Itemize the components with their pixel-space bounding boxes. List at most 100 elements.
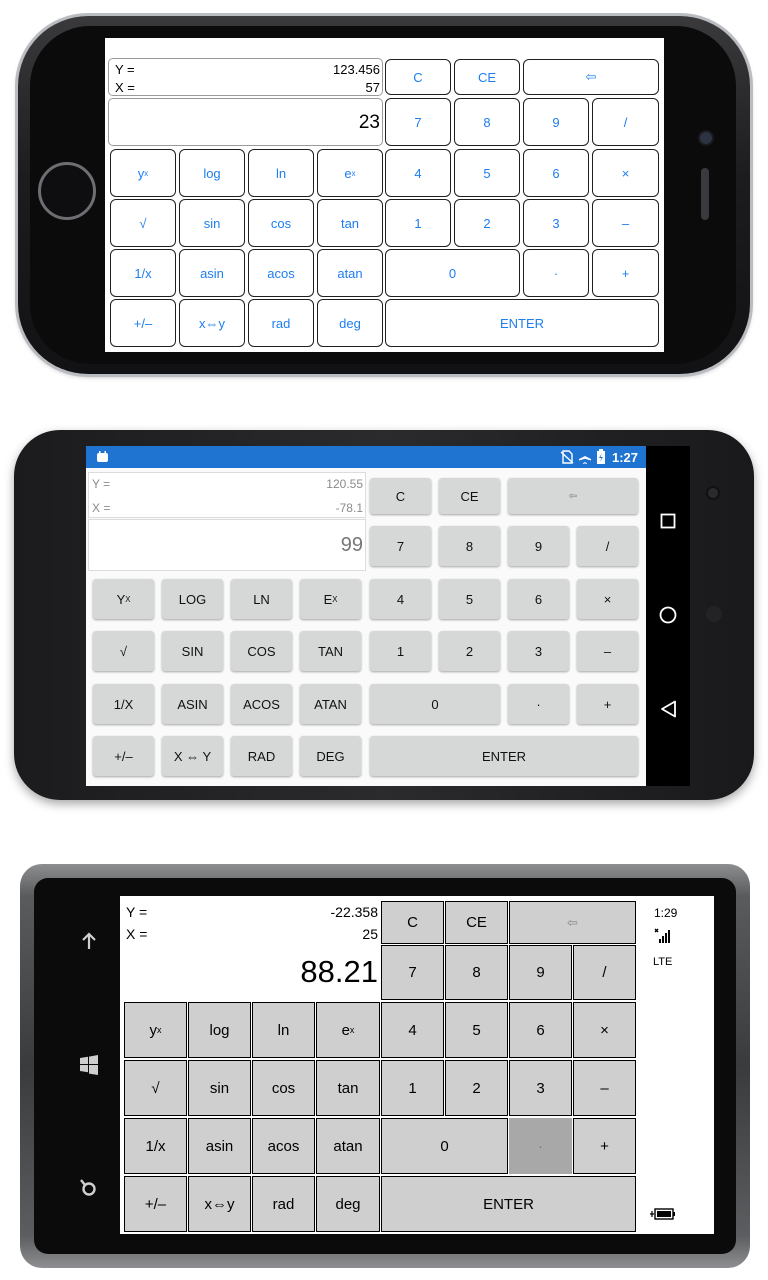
reciprocal-button[interactable]: 1/x (110, 249, 176, 297)
divide-button[interactable]: / (592, 98, 659, 146)
key-0[interactable]: 0 (381, 1118, 508, 1174)
key-5[interactable]: 5 (454, 149, 520, 197)
swap-xy-button[interactable]: x⇔y (179, 299, 245, 347)
divide-button[interactable]: / (577, 526, 638, 566)
key-1[interactable]: 1 (381, 1060, 444, 1116)
subtract-button[interactable]: – (573, 1060, 636, 1116)
backspace-button[interactable]: ⇦ (523, 59, 659, 95)
sqrt-button[interactable]: √ (110, 199, 176, 247)
acos-button[interactable]: ACOS (231, 684, 292, 724)
key-8[interactable]: 8 (439, 526, 500, 566)
negate-button[interactable]: +/– (124, 1176, 187, 1232)
log-button[interactable]: LOG (162, 579, 223, 619)
sqrt-button[interactable]: √ (124, 1060, 187, 1116)
rad-button[interactable]: RAD (231, 736, 292, 776)
key-7[interactable]: 7 (385, 98, 451, 146)
multiply-button[interactable]: × (573, 1002, 636, 1058)
key-6[interactable]: 6 (509, 1002, 572, 1058)
square-nav-icon[interactable] (660, 513, 676, 529)
key-1[interactable]: 1 (385, 199, 451, 247)
add-button[interactable]: + (592, 249, 659, 297)
asin-button[interactable]: ASIN (162, 684, 223, 724)
negate-button[interactable]: +/– (93, 736, 154, 776)
deg-button[interactable]: DEG (300, 736, 361, 776)
acos-button[interactable]: acos (252, 1118, 315, 1174)
decimal-point-button[interactable]: · (509, 1118, 572, 1174)
atan-button[interactable]: atan (316, 1118, 380, 1174)
key-4[interactable]: 4 (385, 149, 451, 197)
exp-button[interactable]: EX (300, 579, 361, 619)
exp-button[interactable]: ex (317, 149, 383, 197)
add-button[interactable]: + (573, 1118, 636, 1174)
key-2[interactable]: 2 (445, 1060, 508, 1116)
key-9[interactable]: 9 (523, 98, 589, 146)
key-4[interactable]: 4 (381, 1002, 444, 1058)
ln-button[interactable]: ln (252, 1002, 315, 1058)
key-7[interactable]: 7 (381, 945, 444, 1000)
exp-button[interactable]: ex (316, 1002, 380, 1058)
acos-button[interactable]: acos (248, 249, 314, 297)
asin-button[interactable]: asin (179, 249, 245, 297)
search-icon[interactable] (78, 1176, 98, 1198)
tan-button[interactable]: tan (316, 1060, 380, 1116)
divide-button[interactable]: / (573, 945, 636, 1000)
deg-button[interactable]: deg (317, 299, 383, 347)
power-button[interactable]: yx (110, 149, 176, 197)
circle-nav-icon[interactable] (659, 606, 677, 624)
decimal-point-button[interactable]: · (523, 249, 589, 297)
key-6[interactable]: 6 (508, 579, 569, 619)
key-8[interactable]: 8 (454, 98, 520, 146)
key-5[interactable]: 5 (439, 579, 500, 619)
rad-button[interactable]: rad (248, 299, 314, 347)
negate-button[interactable]: +/– (110, 299, 176, 347)
asin-button[interactable]: asin (188, 1118, 251, 1174)
key-2[interactable]: 2 (454, 199, 520, 247)
decimal-point-button[interactable]: · (508, 684, 569, 724)
add-button[interactable]: + (577, 684, 638, 724)
tan-button[interactable]: tan (317, 199, 383, 247)
sin-button[interactable]: SIN (162, 631, 223, 671)
log-button[interactable]: log (179, 149, 245, 197)
clear-button[interactable]: C (381, 901, 444, 944)
cos-button[interactable]: COS (231, 631, 292, 671)
ln-button[interactable]: ln (248, 149, 314, 197)
clear-entry-button[interactable]: CE (445, 901, 508, 944)
key-9[interactable]: 9 (509, 945, 572, 1000)
power-button[interactable]: YX (93, 579, 154, 619)
enter-button[interactable]: ENTER (385, 299, 659, 347)
deg-button[interactable]: deg (316, 1176, 380, 1232)
back-arrow-icon[interactable] (80, 932, 98, 950)
sin-button[interactable]: sin (179, 199, 245, 247)
ln-button[interactable]: LN (231, 579, 292, 619)
key-7[interactable]: 7 (370, 526, 431, 566)
windows-start-icon[interactable] (78, 1054, 100, 1076)
key-3[interactable]: 3 (508, 631, 569, 671)
subtract-button[interactable]: – (592, 199, 659, 247)
clear-button[interactable]: C (370, 478, 431, 514)
key-5[interactable]: 5 (445, 1002, 508, 1058)
home-button[interactable] (38, 162, 96, 220)
backspace-button[interactable]: ⇦ (508, 478, 638, 514)
key-0[interactable]: 0 (370, 684, 500, 724)
swap-xy-button[interactable]: x⇔y (188, 1176, 251, 1232)
atan-button[interactable]: atan (317, 249, 383, 297)
key-4[interactable]: 4 (370, 579, 431, 619)
clear-entry-button[interactable]: CE (454, 59, 520, 95)
reciprocal-button[interactable]: 1/x (124, 1118, 187, 1174)
back-triangle-icon[interactable] (660, 700, 677, 718)
log-button[interactable]: log (188, 1002, 251, 1058)
key-3[interactable]: 3 (523, 199, 589, 247)
rad-button[interactable]: rad (252, 1176, 315, 1232)
swap-xy-button[interactable]: X ⇔ Y (162, 736, 223, 776)
enter-button[interactable]: ENTER (381, 1176, 636, 1232)
key-2[interactable]: 2 (439, 631, 500, 671)
atan-button[interactable]: ATAN (300, 684, 361, 724)
subtract-button[interactable]: – (577, 631, 638, 671)
cos-button[interactable]: cos (252, 1060, 315, 1116)
power-button[interactable]: yx (124, 1002, 187, 1058)
backspace-button[interactable]: ⇦ (509, 901, 636, 944)
key-9[interactable]: 9 (508, 526, 569, 566)
sin-button[interactable]: sin (188, 1060, 251, 1116)
reciprocal-button[interactable]: 1/X (93, 684, 154, 724)
clear-entry-button[interactable]: CE (439, 478, 500, 514)
